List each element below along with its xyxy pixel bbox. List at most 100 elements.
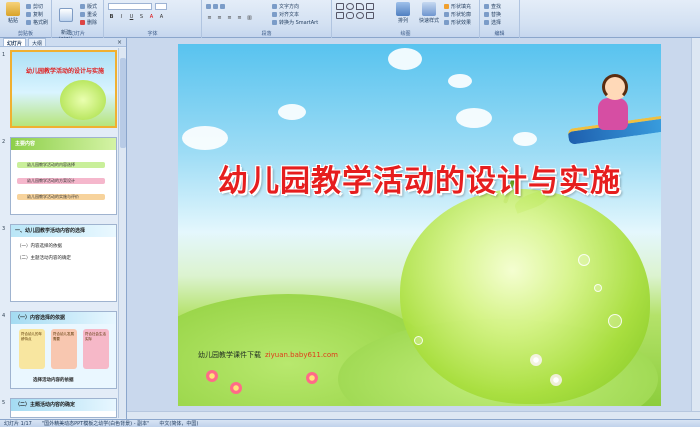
group-label-slides: 幻灯片: [69, 31, 85, 37]
arrange-icon: [396, 2, 410, 16]
rounded-rect-shape-icon[interactable]: [346, 12, 354, 19]
slides-group: 新建 幻灯片 版式 重设 删除 幻灯片: [52, 0, 104, 43]
find-button[interactable]: 查找: [484, 3, 501, 10]
slide-thumbnail-2[interactable]: 主要内容 幼儿园教学活动的内容选择 幼儿园教学活动的方案设计 幼儿园教学活动的实…: [10, 137, 117, 215]
copy-icon: [26, 12, 31, 17]
cut-button[interactable]: 剪切: [26, 3, 43, 10]
status-bar: 幻灯片 1/17 "国外精美动态PPT模板之幼学(白色背景) - 副本" 中文(…: [0, 419, 700, 427]
underline-button[interactable]: U: [128, 14, 135, 21]
bullets-icon: [206, 4, 211, 9]
drawing-group: 排列 快速样式 形状填充 形状轮廓 形状效果 绘图: [332, 0, 480, 38]
paint-bucket-icon: [444, 4, 449, 9]
credit-text: 幼儿园教学课件下载 ziyuan.baby611.com: [198, 351, 339, 359]
align-left-icon[interactable]: ≡: [206, 15, 213, 22]
slide-thumbnail-pane: 幻灯片 大纲 × 1 幼儿园教学活动的设计与实施 2 主要内容 幼儿园教学活动的…: [0, 38, 127, 419]
new-slide-icon: [59, 8, 73, 22]
shape-fill-button[interactable]: 形状填充: [444, 3, 471, 10]
rectangle-shape-icon[interactable]: [336, 3, 344, 10]
columns-icon[interactable]: ▥: [246, 15, 253, 22]
select-button[interactable]: 选择: [484, 19, 501, 26]
shape-outline-button[interactable]: 形状轮廓: [444, 11, 471, 18]
pen-icon: [444, 12, 449, 17]
layout-icon: [80, 4, 85, 9]
list-item: 幼儿园教学活动的实施与评价: [17, 194, 105, 200]
group-label-drawing: 绘图: [400, 31, 411, 37]
new-slide-button[interactable]: 新建 幻灯片: [55, 2, 77, 43]
align-center-icon[interactable]: ≡: [216, 15, 223, 22]
oval-shape-icon[interactable]: [346, 3, 354, 10]
thumbnail-footer: 选择活动内容的依据: [33, 378, 74, 383]
tab-outline[interactable]: 大纲: [28, 38, 47, 47]
apple-graphic: [400, 189, 650, 404]
slide-thumbnail-4[interactable]: （一）内容选择的依据 符合幼儿的年龄特点 符合幼儿发展需要 符合社会生活实际 选…: [10, 311, 117, 389]
list-item: （一）内容选择的依据: [17, 244, 62, 249]
close-pane-icon[interactable]: ×: [117, 39, 122, 46]
strikethrough-button[interactable]: S: [138, 14, 145, 21]
align-text-icon: [272, 12, 277, 17]
replace-icon: [484, 12, 489, 17]
font-size-select[interactable]: [155, 3, 167, 10]
shape-effects-button[interactable]: 形状效果: [444, 19, 471, 26]
triangle-shape-icon[interactable]: [356, 3, 364, 10]
slide-title[interactable]: 幼儿园教学活动的设计与实施: [178, 156, 661, 200]
format-painter-button[interactable]: 格式刷: [26, 19, 48, 26]
delete-slide-button[interactable]: 删除: [80, 19, 97, 26]
pane-tabs: 幻灯片 大纲 ×: [0, 38, 126, 47]
smartart-button[interactable]: 转换为 SmartArt: [272, 19, 318, 26]
slide-canvas[interactable]: 幼儿园教学活动的设计与实施 幼儿园教学课件下载 ziyuan.baby611.co…: [178, 44, 661, 406]
editor-horizontal-scrollbar[interactable]: [127, 411, 700, 419]
slide-number: 1: [2, 52, 6, 58]
bullets-button[interactable]: [206, 3, 225, 10]
credit-url[interactable]: ziyuan.baby611.com: [265, 351, 338, 359]
effects-icon: [444, 20, 449, 25]
text-direction-icon: [272, 4, 277, 9]
paragraph-group: 文字方向 对齐文本 转换为 SmartArt ≡ ≡ ≡ ≡ ▥ 段落: [202, 0, 332, 38]
grow-font-button[interactable]: A: [158, 14, 165, 21]
thumbnail-title: （二）主题活动内容的确定: [15, 402, 76, 408]
slide-number: 5: [2, 400, 6, 406]
delete-icon: [80, 20, 85, 25]
column-card: 符合幼儿发展需要: [51, 329, 77, 369]
slide-thumbnail-3[interactable]: 一、幼儿园教学活动内容的选择 （一）内容选择的依据 （二）主题活动内容的确定: [10, 224, 117, 302]
align-right-icon[interactable]: ≡: [226, 15, 233, 22]
flower-graphic: [530, 354, 542, 366]
slide-number: 2: [2, 139, 6, 145]
paste-button[interactable]: 粘贴: [2, 2, 24, 28]
layout-button[interactable]: 版式: [80, 3, 97, 10]
font-family-select[interactable]: [108, 3, 152, 10]
reset-button[interactable]: 重设: [80, 11, 97, 18]
bold-button[interactable]: B: [108, 14, 115, 21]
editor-vertical-scrollbar[interactable]: [691, 38, 700, 411]
reset-icon: [80, 12, 85, 17]
tab-slides[interactable]: 幻灯片: [3, 38, 27, 47]
replace-button[interactable]: 替换: [484, 11, 501, 18]
font-color-button[interactable]: A: [148, 14, 155, 21]
smartart-icon: [272, 20, 277, 25]
arrange-button[interactable]: 排列: [392, 2, 414, 28]
copy-button[interactable]: 复制: [26, 11, 43, 18]
line-shape-icon[interactable]: [336, 12, 344, 19]
ribbon: 粘贴 剪切 复制 格式刷 剪贴板 新建 幻灯片 版式 重设 删除 幻灯片 B I…: [0, 0, 700, 43]
slide-thumbnail-5[interactable]: （二）主题活动内容的确定: [10, 398, 117, 418]
pane-scrollbar[interactable]: [118, 48, 126, 418]
align-text-button[interactable]: 对齐文本: [272, 11, 299, 18]
slide-thumbnail-1[interactable]: 幼儿园教学活动的设计与实施: [10, 50, 117, 128]
justify-icon[interactable]: ≡: [236, 15, 243, 22]
align-row: ≡ ≡ ≡ ≡ ▥: [206, 15, 253, 23]
list-item: 幼儿园教学活动的内容选择: [17, 162, 105, 168]
callout-shape-icon[interactable]: [366, 12, 374, 19]
star-shape-icon[interactable]: [356, 12, 364, 19]
slide-editor: 幼儿园教学活动的设计与实施 幼儿园教学课件下载 ziyuan.baby611.co…: [127, 38, 700, 419]
arrow-shape-icon[interactable]: [366, 3, 374, 10]
flower-graphic: [230, 382, 242, 394]
italic-button[interactable]: I: [118, 14, 125, 21]
language-indicator[interactable]: 中文(简体，中国): [159, 420, 198, 427]
quick-styles-icon: [422, 2, 436, 16]
thumbnail-title: （一）内容选择的依据: [15, 315, 66, 321]
quick-styles-button[interactable]: 快速样式: [416, 2, 442, 28]
text-direction-button[interactable]: 文字方向: [272, 3, 299, 10]
scrollbar-thumb[interactable]: [120, 58, 126, 148]
flower-graphic: [306, 372, 318, 384]
group-label-editing: 编辑: [494, 31, 505, 37]
thumbnail-title: 主要内容: [15, 141, 36, 147]
